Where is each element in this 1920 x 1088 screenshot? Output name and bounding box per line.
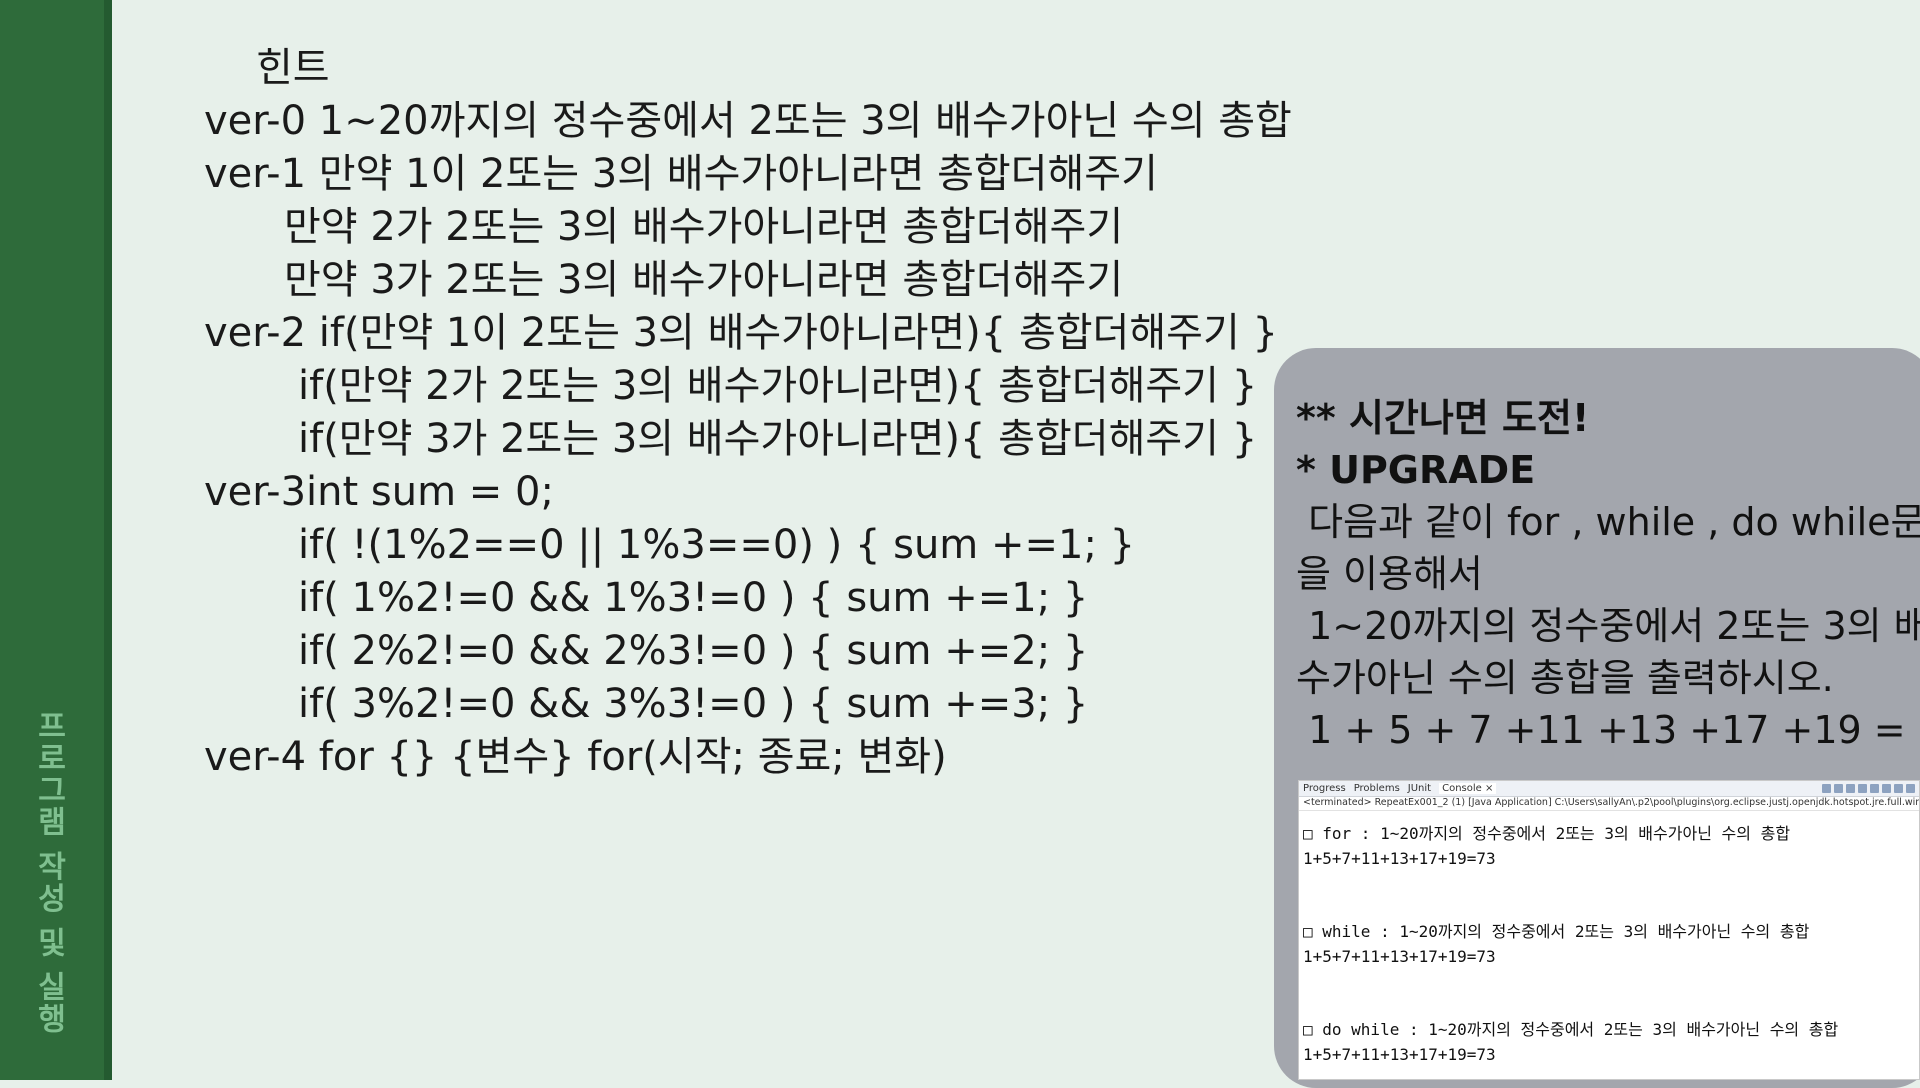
console-line: □ for : 1~20까지의 정수중에서 2또는 3의 배수가아닌 수의 총합 [1303, 824, 1791, 843]
tab-console[interactable]: Console × [1439, 783, 1497, 794]
console-line: 1+5+7+11+13+17+19=73 [1303, 849, 1496, 868]
console-line: 1+5+7+11+13+17+19=73 [1303, 947, 1496, 966]
scroll-lock-icon[interactable] [1858, 784, 1867, 793]
tab-junit[interactable]: JUnit [1408, 783, 1431, 794]
hint-title: 힌트 [256, 45, 330, 91]
challenge-line: 다음과 같이 for , while , do while문 [1296, 500, 1920, 544]
hint-line: 만약 3가 2또는 3의 배수가아니라면 총합더해주기 [284, 257, 1124, 303]
challenge-subheading: * UPGRADE [1296, 448, 1536, 492]
hint-line: if(만약 2가 2또는 3의 배수가아니라면){ 총합더해주기 } [298, 363, 1258, 409]
hint-line: ver-3int sum = 0; [204, 469, 554, 515]
hint-line: ver-4 for {} {변수} for(시작; 종료; 변화) [204, 734, 947, 780]
tab-problems[interactable]: Problems [1354, 783, 1400, 794]
challenge-text: ** 시간나면 도전! * UPGRADE 다음과 같이 for , while… [1296, 392, 1920, 756]
sidebar-title: 프로그램 작성 및 실행 [31, 710, 66, 1036]
pin-console-icon[interactable] [1882, 784, 1891, 793]
hint-line: if(만약 3가 2또는 3의 배수가아니라면){ 총합더해주기 } [298, 416, 1258, 462]
console-path: <terminated> RepeatEx001_2 (1) [Java App… [1299, 797, 1919, 811]
console-line: 1+5+7+11+13+17+19=73 [1303, 1045, 1496, 1064]
console-line: □ while : 1~20까지의 정수중에서 2또는 3의 배수가아닌 수의 … [1303, 922, 1810, 941]
hint-line: if( 3%2!=0 && 3%3!=0 ) { sum +=3; } [298, 681, 1089, 727]
hint-section: 힌트 ver-0 1~20까지의 정수중에서 2또는 3의 배수가아닌 수의 총… [204, 42, 1292, 784]
terminate-icon[interactable] [1822, 784, 1831, 793]
challenge-line: 수가아닌 수의 총합을 출력하시오. [1296, 656, 1834, 700]
hint-line: ver-1 만약 1이 2또는 3의 배수가아니라면 총합더해주기 [204, 151, 1158, 197]
console-toolbar [1822, 784, 1919, 793]
hint-line: ver-2 if(만약 1이 2또는 3의 배수가아니라면){ 총합더해주기 } [204, 310, 1278, 356]
console-line: □ do while : 1~20까지의 정수중에서 2또는 3의 배수가아닌 … [1303, 1020, 1839, 1039]
clear-console-icon[interactable] [1846, 784, 1855, 793]
challenge-line: 1 + 5 + 7 +11 +13 +17 +19 = 73 [1296, 708, 1920, 752]
console-tab-bar: Progress Problems JUnit Console × [1299, 781, 1919, 797]
hint-line: 만약 2가 2또는 3의 배수가아니라면 총합더해주기 [284, 204, 1124, 250]
hint-line: if( !(1%2==0 || 1%3==0) ) { sum +=1; } [298, 522, 1136, 568]
challenge-line: 1~20까지의 정수중에서 2또는 3의 배 [1296, 604, 1920, 648]
tab-progress[interactable]: Progress [1303, 783, 1346, 794]
open-console-icon[interactable] [1906, 784, 1915, 793]
sidebar: 프로그램 작성 및 실행 [0, 0, 112, 1080]
remove-launch-icon[interactable] [1834, 784, 1843, 793]
hint-line: if( 2%2!=0 && 2%3!=0 ) { sum +=2; } [298, 628, 1089, 674]
display-selected-console-icon[interactable] [1894, 784, 1903, 793]
word-wrap-icon[interactable] [1870, 784, 1879, 793]
hint-line: ver-0 1~20까지의 정수중에서 2또는 3의 배수가아닌 수의 총합 [204, 98, 1292, 144]
hint-line: if( 1%2!=0 && 1%3!=0 ) { sum +=1; } [298, 575, 1089, 621]
console-output: □ for : 1~20까지의 정수중에서 2또는 3의 배수가아닌 수의 총합… [1299, 811, 1919, 1067]
console-screenshot: Progress Problems JUnit Console × <termi… [1298, 780, 1920, 1080]
challenge-heading: ** 시간나면 도전! [1296, 396, 1590, 440]
challenge-line: 을 이용해서 [1296, 552, 1483, 596]
